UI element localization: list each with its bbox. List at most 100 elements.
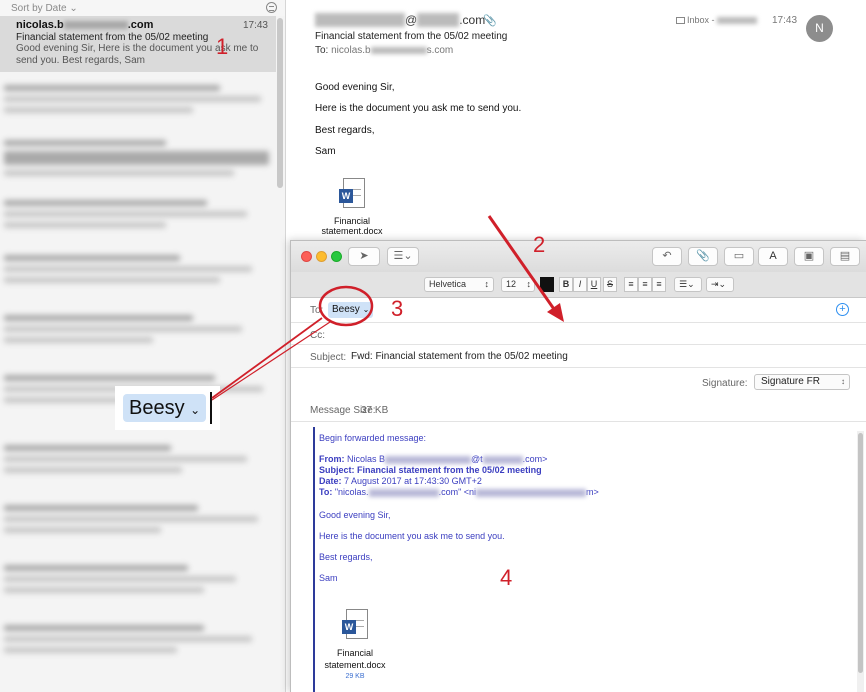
message-from: x@x.com (315, 13, 485, 27)
list-item[interactable] (4, 310, 274, 343)
underline-button[interactable]: U (587, 277, 601, 292)
markup-button[interactable]: ▭ (724, 247, 754, 266)
recipient-chip[interactable]: Beesy ⌄ (328, 302, 374, 318)
message-mailbox[interactable]: Inbox - (676, 15, 757, 25)
subject-row[interactable]: Subject: Fwd: Financial statement from t… (291, 345, 866, 368)
compose-scrollbar[interactable] (857, 431, 864, 692)
to-label: To: (310, 305, 324, 316)
sidebar-button[interactable]: ▤ (830, 247, 860, 266)
font-icon: A (769, 250, 777, 262)
add-recipient-button[interactable]: + (836, 303, 849, 316)
subject-label: Subject: (310, 352, 347, 363)
message-body-line: Good evening Sir, (315, 82, 395, 93)
chevron-down-icon: ⌄ (362, 305, 370, 314)
text-caret (210, 392, 212, 424)
forward-body-line: Here is the document you ask me to send … (319, 531, 505, 541)
photo-icon: ▣ (803, 250, 815, 262)
maximize-window-button[interactable] (331, 251, 342, 262)
annotation-number-1: 1 (216, 34, 229, 59)
word-document-icon: W (339, 178, 365, 210)
list-scrollbar[interactable] (277, 18, 283, 188)
filter-icon[interactable] (266, 2, 277, 13)
avatar: N (806, 15, 833, 42)
minimize-window-button[interactable] (316, 251, 327, 262)
message-body-line: Best regards, (315, 125, 375, 136)
bold-button[interactable]: B (559, 277, 573, 292)
indent-icon: ⇥⌄ (711, 279, 727, 289)
reply-icon: ↶ (662, 250, 672, 262)
align-left-button[interactable]: ≡ (624, 277, 638, 292)
align-center-icon: ≡ (642, 279, 648, 289)
message-body-line: Here is the document you ask me to send … (315, 103, 522, 114)
forward-intro: Begin forwarded message: (319, 433, 427, 443)
strikethrough-button[interactable]: S (603, 277, 617, 292)
align-right-button[interactable]: ≡ (652, 277, 666, 292)
message-size-value: 37 KB (361, 405, 389, 416)
font-size-select[interactable]: 12 ↕ (501, 277, 535, 292)
list-item[interactable] (4, 135, 274, 176)
italic-button[interactable]: I (573, 277, 587, 292)
signature-select[interactable]: Signature FR ↕ (754, 374, 850, 390)
paperclip-icon: 📎 (696, 250, 710, 262)
folder-icon (676, 17, 685, 25)
format-bar: Helvetica ↕ 12 ↕ B I U S ≡ ≡ ≡ ☰⌄ ⇥⌄ (291, 272, 866, 298)
list-icon: ☰⌄ (393, 250, 413, 262)
attachment[interactable]: W Financial statement.docx (317, 178, 387, 236)
zoom-callout: Beesy ⌄ (115, 386, 220, 430)
list-item[interactable] (4, 560, 274, 593)
list-item[interactable] (4, 195, 274, 228)
paperclip-icon: 📎 (483, 15, 497, 27)
annotation-number-4: 4 (500, 565, 513, 590)
zoom-recipient-chip: Beesy ⌄ (123, 394, 207, 422)
forwarded-message-body[interactable]: Begin forwarded message: From: Nicolas B… (313, 427, 843, 692)
list-item-time: 17:43 (242, 20, 268, 31)
list-options-button[interactable]: ☰⌄ (387, 247, 419, 266)
close-window-button[interactable] (301, 251, 312, 262)
attachment-name: Financial statement.docx (321, 216, 383, 236)
list-item[interactable] (4, 80, 274, 113)
subject-field[interactable]: Fwd: Financial statement from the 05/02 … (351, 351, 568, 362)
attach-button[interactable]: 📎 (688, 247, 718, 266)
chevron-updown-icon: ↕ (841, 377, 845, 386)
message-list-item-selected[interactable]: nicolas.b .com 17:43 Financial statement … (0, 16, 276, 72)
forward-date: Date: 7 August 2017 at 17:43:30 GMT+2 (319, 476, 482, 486)
send-button[interactable]: ➤ (348, 247, 380, 266)
sort-bar[interactable]: Sort by Date ⌄ (0, 0, 285, 16)
text-color-swatch[interactable] (540, 277, 554, 292)
list-item-sender: nicolas.b .com (16, 19, 154, 31)
forward-attachment-size: 29 KB (345, 673, 365, 680)
message-time: 17:43 (772, 15, 798, 26)
list-item[interactable] (4, 250, 274, 283)
chevron-down-icon: ⌄ (190, 403, 201, 417)
list-item[interactable] (4, 620, 274, 653)
font-family-select[interactable]: Helvetica ↕ (424, 277, 494, 292)
forward-to: To: "nicolas. .com" <ni m> (319, 487, 599, 497)
compose-window: ➤ ☰⌄ ↶ 📎 ▭ A ▣ ▤ Helvetica ↕ 12 ↕ B I U S … (290, 240, 866, 692)
forward-from: From: Nicolas B @t .com> (319, 454, 548, 464)
fonts-button[interactable]: A (758, 247, 788, 266)
photo-browser-button[interactable]: ▣ (794, 247, 824, 266)
cc-row[interactable]: Cc: (291, 323, 866, 345)
forward-attachment[interactable]: W Financial statement.docx 29 KB (315, 609, 395, 680)
forward-body-line: Best regards, (319, 552, 373, 562)
list-style-select[interactable]: ☰⌄ (674, 277, 702, 292)
forward-attachment-name: Financial statement.docx (324, 648, 386, 670)
to-row: To: Beesy ⌄ + (291, 298, 866, 323)
align-center-button[interactable]: ≡ (638, 277, 652, 292)
list-item[interactable] (4, 440, 274, 473)
indent-select[interactable]: ⇥⌄ (706, 277, 734, 292)
align-right-icon: ≡ (656, 279, 662, 289)
sidebar-icon: ▤ (839, 250, 851, 262)
compose-toolbar: ➤ ☰⌄ ↶ 📎 ▭ A ▣ ▤ (291, 241, 866, 272)
annotation-number-2: 2 (533, 232, 546, 257)
forward-body-line: Good evening Sir, (319, 510, 391, 520)
sort-by-date-label[interactable]: Sort by Date ⌄ (11, 3, 78, 14)
list-item-subject: Financial statement from the 05/02 meeti… (16, 32, 209, 43)
message-list-pane: Sort by Date ⌄ nicolas.b .com 17:43 Finan… (0, 0, 286, 692)
align-left-icon: ≡ (628, 279, 634, 289)
annotation-number-3: 3 (391, 296, 404, 321)
reply-button[interactable]: ↶ (652, 247, 682, 266)
forward-subject: Subject: Financial statement from the 05… (319, 465, 542, 475)
message-subject: Financial statement from the 05/02 meeti… (315, 31, 508, 42)
list-item[interactable] (4, 500, 274, 533)
